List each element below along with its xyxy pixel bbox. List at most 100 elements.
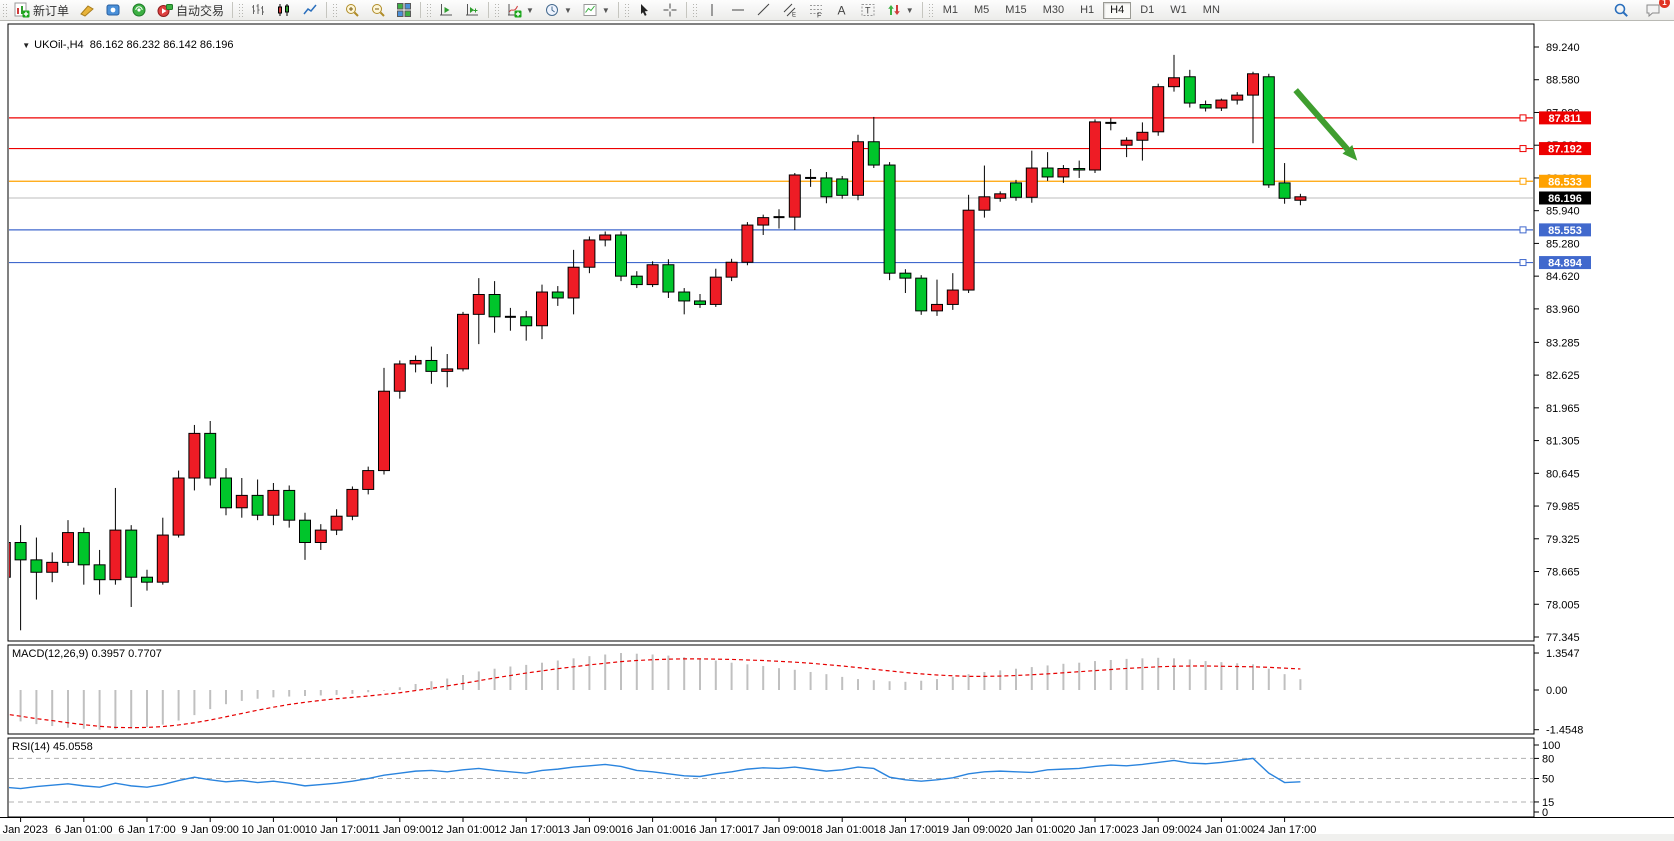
toolbar-separator [232,2,233,18]
bar-chart-button[interactable] [245,1,271,20]
svg-text:10 Jan 01:00: 10 Jan 01:00 [242,824,306,834]
svg-text:77.345: 77.345 [1546,632,1580,644]
status-strip [0,834,1674,841]
svg-text:81.305: 81.305 [1546,436,1580,448]
templates-button[interactable]: ▼ [577,1,615,20]
toolbar-grip [426,3,431,17]
toolbar-separator [488,2,489,18]
svg-text:24 Jan 17:00: 24 Jan 17:00 [1253,824,1317,834]
chevron-down-icon: ▼ [564,6,572,15]
crosshair-button[interactable] [657,1,683,20]
toolbar-grip [238,3,243,17]
svg-text:80: 80 [1542,753,1554,765]
svg-text:85.940: 85.940 [1546,206,1580,218]
svg-text:79.985: 79.985 [1546,501,1580,513]
zoom-in-button[interactable] [339,1,365,20]
text-button[interactable]: A [829,1,855,20]
svg-text:1.3547: 1.3547 [1546,648,1580,660]
svg-text:24 Jan 01:00: 24 Jan 01:00 [1190,824,1254,834]
svg-text:6 Jan 17:00: 6 Jan 17:00 [118,824,176,834]
channel-button[interactable]: E [777,1,803,20]
toolbar-separator [326,2,327,18]
channel-icon: E [782,2,798,18]
label-button[interactable]: T [855,1,881,20]
svg-text:12 Jan 01:00: 12 Jan 01:00 [431,824,495,834]
periods-button[interactable]: ▼ [539,1,577,20]
svg-text:86.196: 86.196 [1548,193,1582,205]
svg-text:85.553: 85.553 [1548,225,1582,237]
chat-button[interactable]: 1 [1640,1,1666,20]
timeframe-d1-button[interactable]: D1 [1133,2,1161,19]
svg-text:78.005: 78.005 [1546,599,1580,611]
auto-trading-icon [157,2,173,18]
chart-canvas[interactable]: 89.24088.58087.92087.26086.60085.94085.2… [0,21,1674,834]
svg-text:19 Jan 09:00: 19 Jan 09:00 [937,824,1001,834]
timeframe-mn-button[interactable]: MN [1196,2,1227,19]
profile-back-button[interactable] [433,1,459,20]
arrows-button[interactable]: ▼ [881,1,919,20]
cursor-button[interactable] [631,1,657,20]
candlestick-chart-button[interactable] [271,1,297,20]
community-icon [105,2,121,18]
gold-button[interactable] [74,1,100,20]
timeframe-m30-button[interactable]: M30 [1036,2,1071,19]
svg-text:18 Jan 17:00: 18 Jan 17:00 [874,824,938,834]
indicators-button[interactable]: ▼ [501,1,539,20]
step-icon [464,2,480,18]
timeframe-m15-button[interactable]: M15 [998,2,1033,19]
toolbar-separator [420,2,421,18]
label-icon: T [860,2,876,18]
svg-text:84.620: 84.620 [1546,271,1580,283]
zoom-in-icon [344,2,360,18]
svg-text:82.625: 82.625 [1546,370,1580,382]
zoom-out-icon [370,2,386,18]
community-button[interactable] [100,1,126,20]
svg-text:20 Jan 17:00: 20 Jan 17:00 [1063,824,1127,834]
signals-button[interactable] [126,1,152,20]
svg-text:T: T [865,6,871,16]
svg-text:11 Jan 09:00: 11 Jan 09:00 [368,824,431,834]
svg-text:83.285: 83.285 [1546,337,1580,349]
fibo-icon: F [808,2,824,18]
svg-text:6 Jan 01:00: 6 Jan 01:00 [55,824,113,834]
chevron-down-icon: ▼ [602,6,610,15]
vline-button[interactable] [699,1,725,20]
svg-text:F: F [817,13,821,19]
profile-forward-button[interactable] [459,1,485,20]
search-button[interactable] [1608,1,1634,20]
candlestick-chart-icon [276,2,292,18]
tile-windows-button[interactable] [391,1,417,20]
timeframe-w1-button[interactable]: W1 [1163,2,1194,19]
toolbar-separator [686,2,687,18]
svg-text:80.645: 80.645 [1546,468,1580,480]
svg-text:81.965: 81.965 [1546,403,1580,415]
fibonacci-button[interactable]: F [803,1,829,20]
line-chart-icon [302,2,318,18]
svg-text:20 Jan 01:00: 20 Jan 01:00 [1000,824,1064,834]
auto-trading-button-label: 自动交易 [176,2,224,19]
hline-button[interactable] [725,1,751,20]
tile-windows-icon [396,2,412,18]
svg-text:-1.4548: -1.4548 [1546,725,1583,737]
line-chart-button[interactable] [297,1,323,20]
svg-text:17 Jan 09:00: 17 Jan 09:00 [747,824,811,834]
timeframe-h1-button[interactable]: H1 [1073,2,1101,19]
gold-icon [79,2,95,18]
auto-trading-button[interactable]: 自动交易 [152,1,229,20]
chart-window: 89.24088.58087.92087.26086.60085.94085.2… [0,21,1674,834]
trendline-button[interactable] [751,1,777,20]
new-order-button[interactable]: 新订单 [9,1,74,20]
hline-icon [730,2,746,18]
timeframe-m5-button[interactable]: M5 [967,2,996,19]
timeframe-h4-button[interactable]: H4 [1103,2,1131,19]
toolbar-separator [618,2,619,18]
chevron-down-icon: ▼ [906,6,914,15]
svg-text:12 Jan 17:00: 12 Jan 17:00 [494,824,558,834]
trendline-icon [756,2,772,18]
svg-text:16 Jan 01:00: 16 Jan 01:00 [621,824,685,834]
timeframe-m1-button[interactable]: M1 [936,2,965,19]
zoom-out-button[interactable] [365,1,391,20]
svg-text:9 Jan 09:00: 9 Jan 09:00 [181,824,239,834]
toolbar-grip [624,3,629,17]
svg-text:0.00: 0.00 [1546,685,1567,697]
